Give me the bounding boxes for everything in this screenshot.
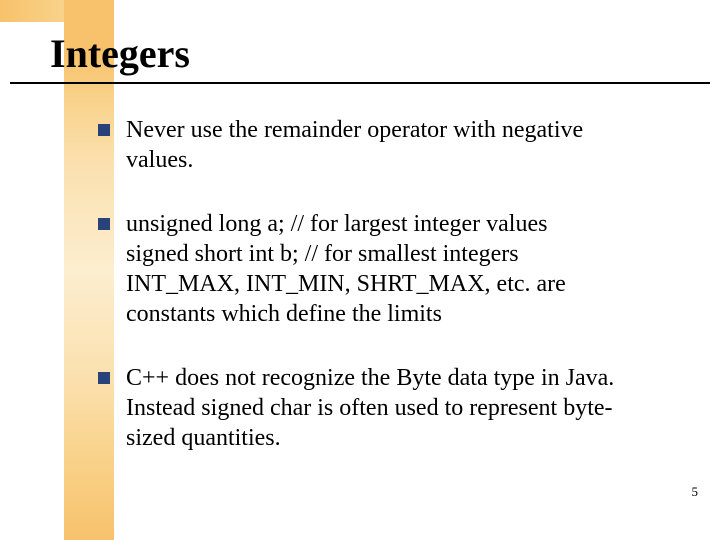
list-item: unsigned long a; // for largest integer …	[98, 209, 683, 329]
title-box: Integers	[50, 30, 190, 77]
square-bullet-icon	[98, 372, 110, 384]
page-title: Integers	[50, 30, 190, 77]
list-item: Never use the remainder operator with ne…	[98, 115, 683, 175]
text-line: constants which define the limits	[126, 299, 566, 329]
list-item-text: unsigned long a; // for largest integer …	[126, 209, 566, 329]
text-line: Instead signed char is often used to rep…	[126, 393, 614, 423]
square-bullet-icon	[98, 124, 110, 136]
square-bullet-icon	[98, 218, 110, 230]
text-line: signed short int b; // for smallest inte…	[126, 239, 566, 269]
accent-bar-top	[0, 0, 64, 22]
list-item-text: C++ does not recognize the Byte data typ…	[126, 363, 614, 453]
text-line: Never use the remainder operator with ne…	[126, 115, 583, 145]
title-underline	[10, 82, 710, 84]
slide: Integers Never use the remainder operato…	[0, 0, 720, 540]
text-line: unsigned long a; // for largest integer …	[126, 209, 566, 239]
list-item-text: Never use the remainder operator with ne…	[126, 115, 583, 175]
text-line: C++ does not recognize the Byte data typ…	[126, 363, 614, 393]
page-number: 5	[692, 484, 699, 500]
list-item: C++ does not recognize the Byte data typ…	[98, 363, 683, 453]
bullet-list: Never use the remainder operator with ne…	[98, 115, 683, 487]
text-line: values.	[126, 145, 583, 175]
text-line: INT_MAX, INT_MIN, SHRT_MAX, etc. are	[126, 269, 566, 299]
text-line: sized quantities.	[126, 423, 614, 453]
